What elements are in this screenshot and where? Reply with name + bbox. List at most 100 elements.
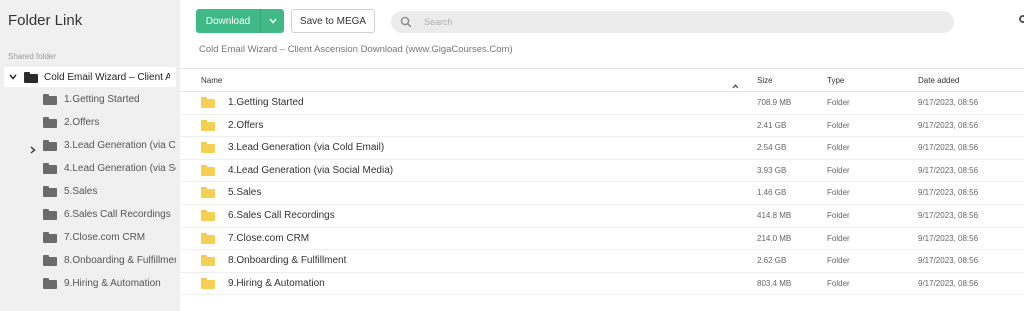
save-to-mega-button[interactable]: Save to MEGA bbox=[291, 9, 375, 33]
folder-icon bbox=[201, 142, 215, 154]
row-name: 5.Sales bbox=[228, 187, 262, 199]
sidebar-item-label: 3.Lead Generation (via Cold Email) bbox=[64, 140, 176, 151]
table-row[interactable]: 7.Close.com CRM 214.0 MB Folder 9/17/202… bbox=[180, 228, 1024, 251]
sidebar-item[interactable]: 4.Lead Generation (via Social Media) bbox=[0, 158, 180, 180]
chevron-right-icon[interactable] bbox=[30, 141, 36, 159]
column-header-size[interactable]: Size bbox=[757, 76, 773, 85]
folder-icon bbox=[201, 119, 215, 131]
folder-icon bbox=[24, 71, 38, 83]
row-type: Folder bbox=[827, 143, 850, 153]
table-row[interactable]: 9.Hiring & Automation 803.4 MB Folder 9/… bbox=[180, 273, 1024, 296]
download-button-label: Download bbox=[205, 15, 251, 27]
sidebar-item-label: 8.Onboarding & Fulfillment bbox=[64, 255, 176, 266]
folder-icon bbox=[43, 209, 57, 220]
row-name: 4.Lead Generation (via Social Media) bbox=[228, 164, 394, 176]
account-icon[interactable] bbox=[1019, 15, 1024, 23]
table-row[interactable]: 4.Lead Generation (via Social Media) 3.9… bbox=[180, 160, 1024, 183]
row-date: 9/17/2023, 08:56 bbox=[918, 256, 979, 266]
row-type: Folder bbox=[827, 188, 850, 198]
sidebar-item[interactable]: 1.Getting Started bbox=[0, 89, 180, 111]
search-bar[interactable] bbox=[391, 11, 954, 33]
sidebar: Folder Link Shared folder Cold Email Wiz… bbox=[0, 0, 180, 311]
breadcrumb: Cold Email Wizard – Client Ascension Dow… bbox=[199, 44, 513, 55]
folder-icon bbox=[43, 255, 57, 266]
sidebar-item[interactable]: 5.Sales bbox=[0, 181, 180, 203]
sidebar-root-folder[interactable]: Cold Email Wizard – Client Ascension Dow… bbox=[4, 67, 176, 87]
sidebar-item[interactable]: 2.Offers bbox=[0, 112, 180, 134]
chevron-down-icon[interactable] bbox=[261, 18, 284, 24]
sidebar-item[interactable]: 7.Close.com CRM bbox=[0, 227, 180, 249]
file-table: Name Size Type Date added 1.Getting Star… bbox=[180, 68, 1024, 296]
row-type: Folder bbox=[827, 233, 850, 243]
row-name: 6.Sales Call Recordings bbox=[228, 209, 335, 221]
row-size: 708.9 MB bbox=[757, 98, 792, 107]
row-type: Folder bbox=[827, 98, 850, 107]
row-size: 3.93 GB bbox=[757, 165, 787, 175]
sidebar-item[interactable]: 9.Hiring & Automation bbox=[0, 273, 180, 295]
row-size: 803.4 MB bbox=[757, 278, 792, 288]
sidebar-item-label: 5.Sales bbox=[64, 186, 98, 197]
sidebar-root-label: Cold Email Wizard – Client Ascension Dow… bbox=[44, 71, 170, 83]
table-row[interactable]: 3.Lead Generation (via Cold Email) 2.54 … bbox=[180, 137, 1024, 160]
sidebar-item-label: 6.Sales Call Recordings bbox=[64, 209, 171, 220]
folder-icon bbox=[43, 94, 57, 105]
row-date: 9/17/2023, 08:56 bbox=[918, 143, 979, 153]
row-size: 2.54 GB bbox=[757, 143, 787, 153]
folder-icon bbox=[43, 140, 57, 151]
row-date: 9/17/2023, 08:56 bbox=[918, 278, 979, 288]
row-type: Folder bbox=[827, 278, 850, 288]
folder-icon bbox=[43, 186, 57, 197]
row-size: 1.46 GB bbox=[757, 188, 787, 198]
row-size: 414.8 MB bbox=[757, 210, 792, 220]
sidebar-item-label: 4.Lead Generation (via Social Media) bbox=[64, 163, 176, 174]
row-date: 9/17/2023, 08:56 bbox=[918, 98, 979, 107]
sidebar-item[interactable]: 3.Lead Generation (via Cold Email) bbox=[0, 135, 180, 157]
row-size: 214.0 MB bbox=[757, 233, 792, 243]
row-name: 3.Lead Generation (via Cold Email) bbox=[228, 142, 385, 154]
sidebar-item[interactable]: 8.Onboarding & Fulfillment bbox=[0, 250, 180, 272]
sidebar-item-label: 1.Getting Started bbox=[64, 94, 140, 105]
row-type: Folder bbox=[827, 256, 850, 266]
search-icon bbox=[400, 16, 412, 28]
row-date: 9/17/2023, 08:56 bbox=[918, 120, 979, 130]
sidebar-title: Folder Link bbox=[8, 12, 83, 29]
row-date: 9/17/2023, 08:56 bbox=[918, 210, 979, 220]
folder-icon bbox=[201, 209, 215, 221]
row-date: 9/17/2023, 08:56 bbox=[918, 188, 979, 198]
sidebar-item[interactable]: 6.Sales Call Recordings bbox=[0, 204, 180, 226]
row-type: Folder bbox=[827, 165, 850, 175]
row-size: 2.62 GB bbox=[757, 256, 787, 266]
folder-icon bbox=[201, 187, 215, 199]
row-name: 8.Onboarding & Fulfillment bbox=[228, 255, 347, 267]
row-name: 7.Close.com CRM bbox=[228, 232, 310, 244]
table-header: Name Size Type Date added bbox=[180, 68, 1024, 92]
table-row[interactable]: 1.Getting Started 708.9 MB Folder 9/17/2… bbox=[180, 92, 1024, 115]
sidebar-section-label: Shared folder bbox=[8, 52, 57, 61]
sidebar-item-label: 2.Offers bbox=[64, 117, 100, 128]
folder-icon bbox=[43, 232, 57, 243]
folder-icon bbox=[43, 278, 57, 289]
folder-icon bbox=[201, 255, 215, 267]
row-name: 2.Offers bbox=[228, 119, 264, 131]
folder-icon bbox=[201, 97, 215, 108]
sidebar-item-label: 7.Close.com CRM bbox=[64, 232, 146, 243]
row-type: Folder bbox=[827, 210, 850, 220]
sidebar-item-label: 9.Hiring & Automation bbox=[64, 278, 161, 289]
row-type: Folder bbox=[827, 120, 850, 130]
folder-icon bbox=[201, 232, 215, 244]
table-row[interactable]: 6.Sales Call Recordings 414.8 MB Folder … bbox=[180, 205, 1024, 228]
column-header-type[interactable]: Type bbox=[827, 76, 844, 85]
table-row[interactable]: 2.Offers 2.41 GB Folder 9/17/2023, 08:56 bbox=[180, 115, 1024, 138]
download-button[interactable]: Download bbox=[196, 9, 284, 33]
folder-icon bbox=[43, 117, 57, 128]
row-date: 9/17/2023, 08:56 bbox=[918, 233, 979, 243]
column-header-name[interactable]: Name bbox=[201, 76, 222, 85]
folder-icon bbox=[201, 164, 215, 176]
table-row[interactable]: 5.Sales 1.46 GB Folder 9/17/2023, 08:56 bbox=[180, 182, 1024, 205]
search-input[interactable] bbox=[424, 17, 924, 27]
column-header-date[interactable]: Date added bbox=[918, 76, 959, 85]
chevron-down-icon[interactable] bbox=[8, 74, 18, 80]
row-size: 2.41 GB bbox=[757, 120, 787, 130]
row-name: 9.Hiring & Automation bbox=[228, 277, 325, 289]
table-row[interactable]: 8.Onboarding & Fulfillment 2.62 GB Folde… bbox=[180, 250, 1024, 273]
